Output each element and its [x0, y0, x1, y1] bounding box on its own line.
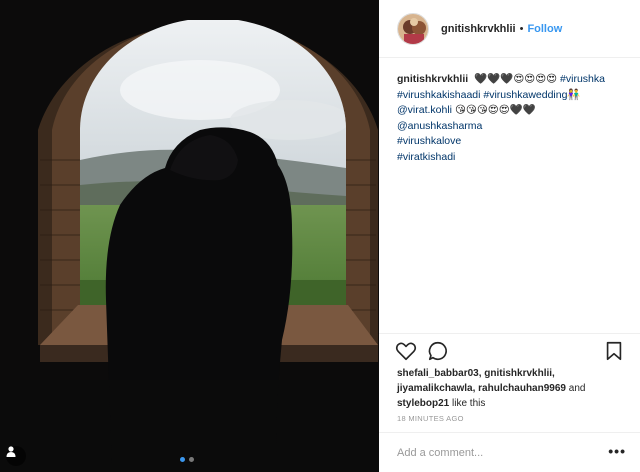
caption-username[interactable]: gnitishkrvkhlii: [397, 73, 468, 85]
post-photo[interactable]: [0, 0, 379, 472]
mention-anushkasharma[interactable]: @anushkasharma: [397, 119, 633, 135]
likes-summary: shefali_babbar03, gnitishkrvkhlii, jiyam…: [397, 366, 629, 411]
hashtag-virushka[interactable]: #virushka: [560, 73, 605, 85]
caption-emojis-2: 😘😘😘😍😍🖤🖤: [454, 104, 536, 116]
comment-input[interactable]: [397, 446, 597, 459]
header-username[interactable]: gnitishkrvkhlii: [441, 23, 516, 35]
likes-names-1[interactable]: shefali_babbar03, gnitishkrvkhlii,: [397, 366, 629, 381]
photo-image: [0, 0, 379, 472]
bookmark-icon[interactable]: [603, 340, 625, 362]
carousel-dot: [189, 457, 194, 462]
hashtag-virushkalove[interactable]: #virushkalove: [397, 134, 633, 150]
post-header: gnitishkrvkhlii • Follow: [379, 0, 640, 58]
likes-suffix: like this: [449, 398, 486, 409]
hashtag-viratkishadi[interactable]: #viratkishadi: [397, 150, 633, 166]
person-icon: [6, 446, 16, 457]
header-separator: •: [519, 22, 524, 35]
post-timestamp[interactable]: 18 MINUTES AGO: [397, 414, 464, 423]
user-tag-button[interactable]: [6, 446, 26, 466]
caption-emojis: 🖤🖤🖤😍😍😍😍: [474, 73, 558, 85]
post-side-panel: gnitishkrvkhlii • Follow gnitishkrvkhlii…: [379, 0, 640, 472]
likes-names-2[interactable]: jiyamalikchawla, rahulchauhan9969: [397, 383, 566, 394]
more-options-button[interactable]: •••: [608, 444, 626, 458]
likes-and: and: [565, 383, 586, 394]
likes-names-3[interactable]: stylebop21: [397, 398, 449, 409]
mention-virat-kohli[interactable]: @virat.kohli: [397, 104, 452, 116]
caption-hashtags-line[interactable]: #virushkakishaadi #virushkawedding👫: [397, 88, 633, 104]
avatar[interactable]: [397, 12, 429, 45]
avatar-image: [398, 13, 428, 44]
comment-icon[interactable]: [427, 340, 449, 362]
follow-button[interactable]: Follow: [527, 23, 562, 35]
post-caption: gnitishkrvkhlii 🖤🖤🖤😍😍😍😍 #virushka #virus…: [397, 72, 633, 165]
action-bar: [379, 333, 640, 367]
carousel-indicator: [180, 457, 194, 462]
comment-bar: [379, 432, 640, 472]
heart-icon[interactable]: [395, 340, 417, 362]
carousel-dot-active: [180, 457, 185, 462]
